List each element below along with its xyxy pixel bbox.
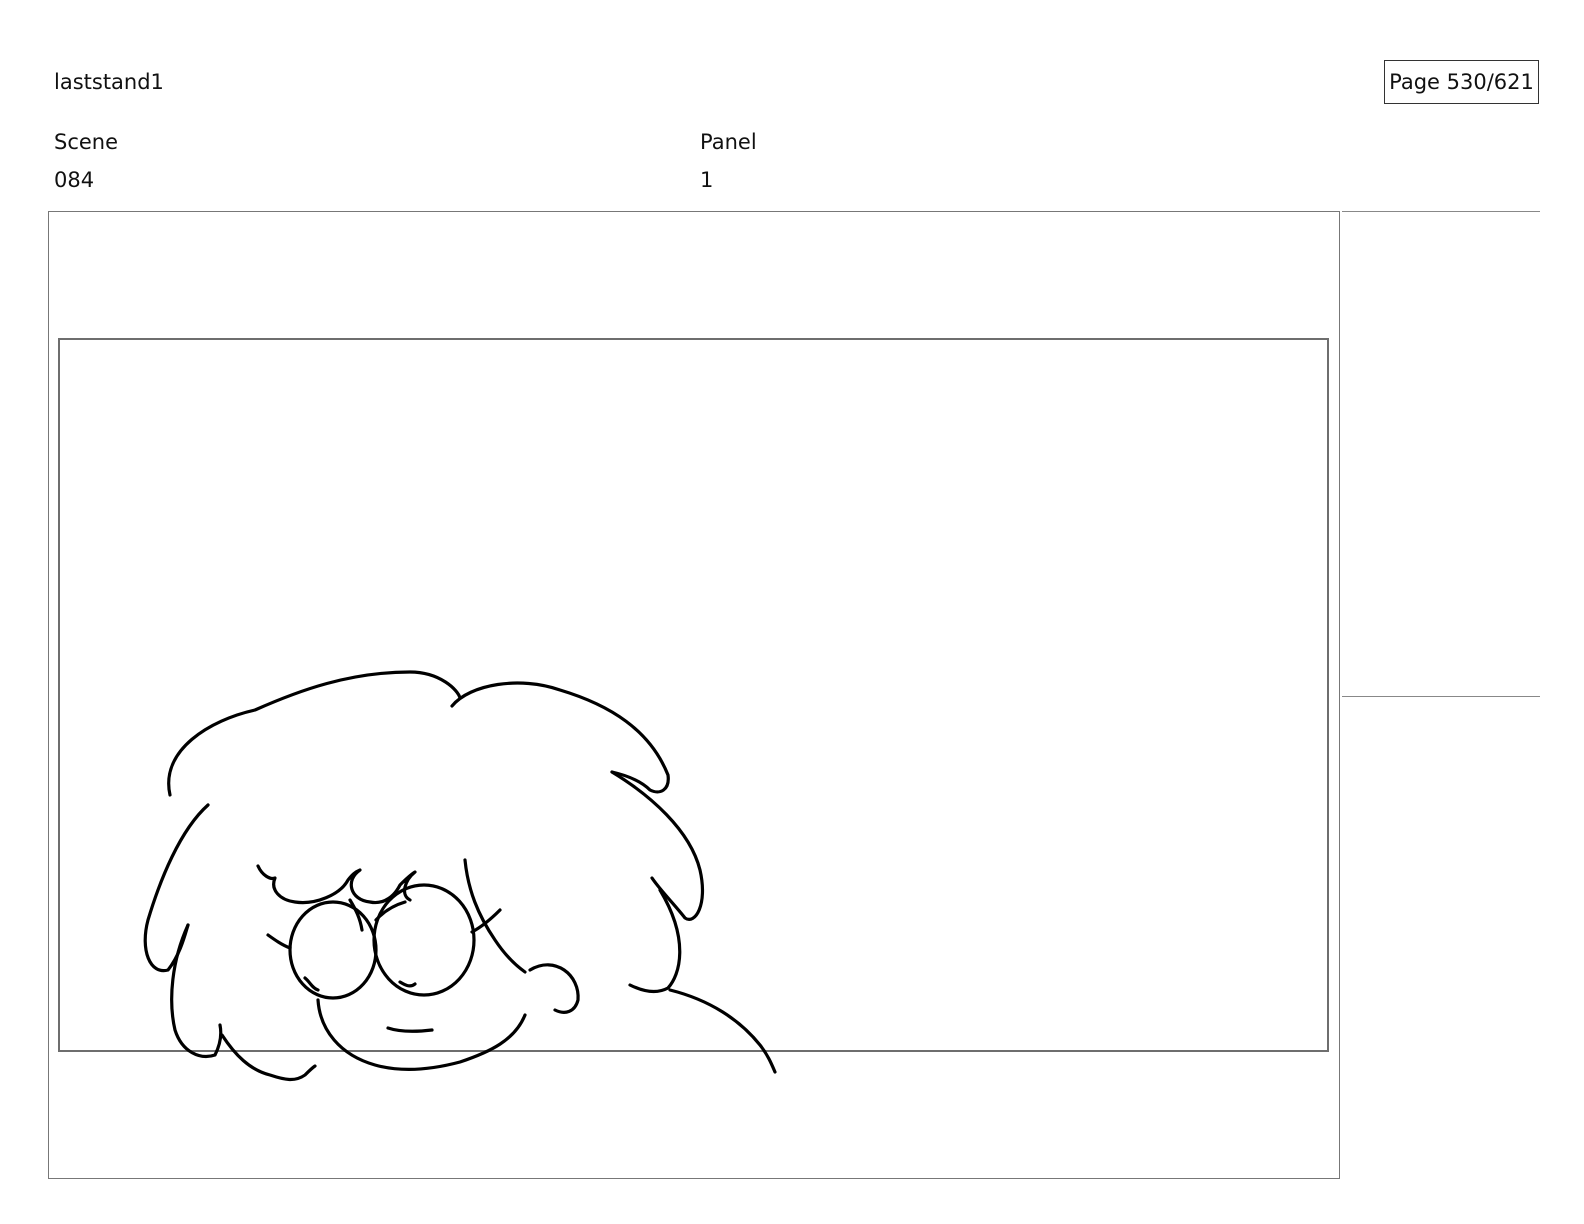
hair-left-lower	[170, 923, 223, 1058]
ear	[528, 963, 580, 1014]
glasses-arm-left	[266, 933, 292, 950]
mouth	[386, 1026, 434, 1033]
character-sketch	[143, 670, 777, 1082]
hair-top-left	[167, 670, 462, 797]
hair-top-right	[450, 681, 670, 794]
shoulder	[668, 988, 777, 1074]
hair-left-side	[143, 803, 210, 973]
glasses-left-lens	[288, 900, 378, 1000]
glasses-right-lens	[372, 883, 476, 997]
eye-right	[398, 980, 417, 988]
hair-left-tail	[220, 1033, 317, 1082]
hair-right-side	[610, 770, 705, 921]
face-outline	[316, 998, 527, 1071]
